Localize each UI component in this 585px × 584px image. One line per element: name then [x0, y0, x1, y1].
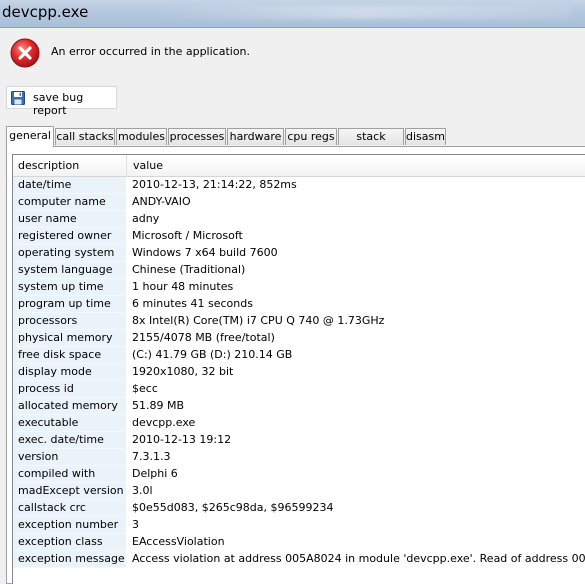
row-key: free disk space [13, 347, 126, 364]
table-row[interactable]: computer name ANDY-VAIO [13, 194, 585, 211]
row-key: exception class [13, 534, 126, 551]
table-row[interactable]: free disk space (C:) 41.79 GB (D:) 210.14… [13, 347, 585, 364]
table-row[interactable]: system language Chinese (Traditional) [13, 262, 585, 279]
save-bug-report-button[interactable]: save bug report [6, 86, 117, 117]
row-key: display mode [13, 364, 126, 381]
row-key: operating system [13, 245, 126, 262]
column-separator [126, 155, 127, 176]
tab-label: general [9, 129, 51, 142]
table-row[interactable]: madExcept version 3.0l [13, 483, 585, 500]
row-key: callstack crc [13, 500, 126, 517]
tab-label: call stacks [56, 130, 114, 143]
row-key: date/time [13, 177, 126, 194]
tab-label: hardware [229, 130, 282, 143]
row-key: registered owner [13, 228, 126, 245]
table-row[interactable]: system up time 1 hour 48 minutes [13, 279, 585, 296]
row-value: Windows 7 x64 build 7600 [132, 246, 278, 259]
row-key: exception number [13, 517, 126, 534]
row-value: EAccessViolation [132, 535, 225, 548]
tab-call-stacks[interactable]: call stacks [55, 128, 115, 145]
row-value: Chinese (Traditional) [132, 263, 246, 276]
tab-stack-dump[interactable]: stack dump [338, 128, 404, 159]
row-value: (C:) 41.79 GB (D:) 210.14 GB [132, 348, 293, 361]
row-value: 7.3.1.3 [132, 450, 171, 463]
tab-label: cpu regs [287, 130, 335, 143]
row-key: allocated memory [13, 398, 126, 415]
row-key: exec. date/time [13, 432, 126, 449]
floppy-disk-icon [11, 91, 25, 105]
row-key: compiled with [13, 466, 126, 483]
table-row[interactable]: version 7.3.1.3 [13, 449, 585, 466]
error-icon [10, 38, 40, 68]
row-key: user name [13, 211, 126, 228]
error-message: An error occurred in the application. [51, 45, 251, 58]
tab-cpu-regs[interactable]: cpu regs [285, 128, 337, 145]
tab-label: modules [118, 130, 165, 143]
row-value: 2010-12-13, 21:14:22, 852ms [132, 178, 297, 191]
title-bar-glass [150, 6, 570, 19]
tab-label: processes [169, 130, 225, 143]
table-row[interactable]: physical memory 2155/4078 MB (free/total) [13, 330, 585, 347]
grid-header: description value [13, 155, 585, 177]
column-header-value[interactable]: value [133, 159, 163, 172]
table-row[interactable]: display mode 1920x1080, 32 bit [13, 364, 585, 381]
row-key: exception message [13, 551, 126, 568]
row-value: 3 [132, 518, 139, 531]
row-value: $0e55d083, $265c98da, $96599234 [132, 501, 334, 514]
tab-hardware[interactable]: hardware [227, 128, 284, 145]
table-row[interactable]: process id $ecc [13, 381, 585, 398]
table-row[interactable]: program up time 6 minutes 41 seconds [13, 296, 585, 313]
row-key: program up time [13, 296, 126, 313]
table-row[interactable]: exception number 3 [13, 517, 585, 534]
row-value: $ecc [132, 382, 158, 395]
row-value: 2010-12-13 19:12 [132, 433, 232, 446]
row-value: 1920x1080, 32 bit [132, 365, 234, 378]
table-row[interactable]: executable devcpp.exe [13, 415, 585, 432]
row-value: Delphi 6 [132, 467, 178, 480]
row-value: Microsoft / Microsoft [132, 229, 243, 242]
row-value: 51.89 MB [132, 399, 185, 412]
table-row[interactable]: registered owner Microsoft / Microsoft [13, 228, 585, 245]
row-value: ANDY-VAIO [132, 195, 191, 208]
row-value: 8x Intel(R) Core(TM) i7 CPU Q 740 @ 1.73… [132, 314, 385, 327]
save-bug-report-label: save bug report [33, 91, 84, 117]
tab-general[interactable]: general [6, 126, 54, 147]
row-value: Access violation at address 005A8024 in … [132, 552, 585, 565]
tab-label: disasm [406, 130, 445, 143]
table-row[interactable]: exception class EAccessViolation [13, 534, 585, 551]
table-row[interactable]: exception message Access violation at add… [13, 551, 585, 568]
row-key: computer name [13, 194, 126, 211]
row-key: version [13, 449, 126, 466]
column-header-description[interactable]: description [18, 159, 79, 172]
row-key: madExcept version [13, 483, 126, 500]
tab-modules[interactable]: modules [116, 128, 167, 145]
tab-disasm[interactable]: disasm [405, 128, 446, 145]
row-value: 6 minutes 41 seconds [132, 297, 253, 310]
window-title: devcpp.exe [2, 3, 89, 21]
row-key: system language [13, 262, 126, 279]
table-row[interactable]: callstack crc $0e55d083, $265c98da, $9659… [13, 500, 585, 517]
info-grid[interactable]: description value date/time 2010-12-13, 2… [12, 154, 585, 584]
table-row[interactable]: processors 8x Intel(R) Core(TM) i7 CPU Q … [13, 313, 585, 330]
tab-processes[interactable]: processes [168, 128, 226, 145]
row-value: 1 hour 48 minutes [132, 280, 234, 293]
row-value: adny [132, 212, 160, 225]
table-row[interactable]: compiled with Delphi 6 [13, 466, 585, 483]
row-value: 3.0l [132, 484, 153, 497]
row-value: 2155/4078 MB (free/total) [132, 331, 275, 344]
table-row[interactable]: operating system Windows 7 x64 build 7600 [13, 245, 585, 262]
table-row[interactable]: allocated memory 51.89 MB [13, 398, 585, 415]
table-row[interactable]: exec. date/time 2010-12-13 19:12 [13, 432, 585, 449]
row-key: physical memory [13, 330, 126, 347]
title-bar: devcpp.exe [0, 0, 585, 28]
row-key: process id [13, 381, 126, 398]
row-key: executable [13, 415, 126, 432]
table-row[interactable]: user name adny [13, 211, 585, 228]
row-value: devcpp.exe [132, 416, 196, 429]
row-key: system up time [13, 279, 126, 296]
table-row[interactable]: date/time 2010-12-13, 21:14:22, 852ms [13, 177, 585, 194]
row-key: processors [13, 313, 126, 330]
